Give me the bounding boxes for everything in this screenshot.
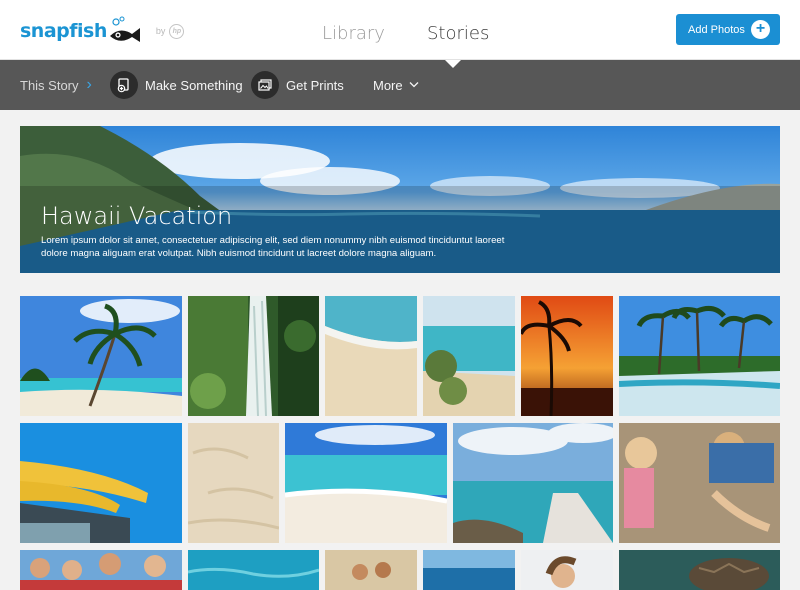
photo-thumbnail xyxy=(521,550,613,590)
photo-ocean-water[interactable] xyxy=(188,550,319,590)
photo-thumbnail xyxy=(521,296,613,416)
get-prints-button[interactable]: Get Prints xyxy=(251,60,344,110)
snapfish-logo[interactable]: snapfish by hp xyxy=(20,14,185,48)
photo-thumbnail xyxy=(619,296,780,416)
tab-library[interactable]: Library xyxy=(322,23,385,44)
photo-palm-coast[interactable] xyxy=(619,296,780,416)
add-photos-button[interactable]: Add Photos + xyxy=(676,14,780,45)
photo-thumbnail xyxy=(188,296,319,416)
photo-kids-sand[interactable] xyxy=(619,423,780,543)
top-header: snapfish by hp Library Stories Add Photo… xyxy=(0,0,800,60)
active-tab-indicator xyxy=(445,60,461,68)
photo-couple-beach[interactable] xyxy=(325,550,417,590)
photo-family-portrait[interactable] xyxy=(20,550,182,590)
this-story-label: This Story xyxy=(20,77,79,93)
photo-sunset-palm[interactable] xyxy=(521,296,613,416)
story-title: Hawaii Vacation xyxy=(41,202,233,230)
photo-thumbnail xyxy=(453,423,613,543)
photo-beach-shrubs[interactable] xyxy=(423,296,515,416)
by-hp-label: by hp xyxy=(155,23,185,39)
photo-thumbnail xyxy=(188,423,279,543)
chevron-right-icon: › xyxy=(86,76,92,93)
make-something-label: Make Something xyxy=(145,77,243,93)
photo-thumbnail xyxy=(20,550,182,590)
get-prints-label: Get Prints xyxy=(286,77,344,93)
hp-logo-icon: hp xyxy=(169,23,185,39)
this-story-breadcrumb[interactable]: This Story › xyxy=(20,60,92,110)
more-menu-button[interactable]: More xyxy=(373,60,419,110)
add-photos-label: Add Photos xyxy=(688,23,745,36)
plus-circle-icon: + xyxy=(751,20,770,39)
photo-thumbnail xyxy=(325,296,417,416)
story-cover-image[interactable]: Hawaii Vacation Lorem ipsum dolor sit am… xyxy=(20,126,780,273)
chevron-down-icon xyxy=(409,80,419,90)
photo-turquoise-waves[interactable] xyxy=(285,423,447,543)
photo-thumbnail xyxy=(20,296,182,416)
photo-woman-smiling[interactable] xyxy=(521,550,613,590)
photo-thumbnail xyxy=(423,296,515,416)
make-something-icon xyxy=(110,71,138,99)
photo-thumbnail xyxy=(20,423,182,543)
photo-sea-turtle[interactable] xyxy=(619,550,780,590)
make-something-button[interactable]: Make Something xyxy=(110,60,243,110)
photo-thumbnail xyxy=(325,550,417,590)
photo-waterfall[interactable] xyxy=(188,296,319,416)
by-text: by xyxy=(155,26,166,36)
photo-surfboards-car[interactable] xyxy=(20,423,182,543)
photo-open-ocean[interactable] xyxy=(423,550,515,590)
story-toolbar: This Story › Make Something Get Prints M… xyxy=(0,60,800,110)
prints-icon xyxy=(251,71,279,99)
fish-logo-icon xyxy=(109,16,140,42)
photo-thumbnail xyxy=(285,423,447,543)
story-description: Lorem ipsum dolor sit amet, consectetuer… xyxy=(41,235,505,259)
photo-sandy-shore[interactable] xyxy=(325,296,417,416)
photo-palm-beach[interactable] xyxy=(20,296,182,416)
photo-thumbnail xyxy=(188,550,319,590)
photo-wooden-dock[interactable] xyxy=(453,423,613,543)
photo-thumbnail xyxy=(423,550,515,590)
photo-sand-texture[interactable] xyxy=(188,423,279,543)
photo-thumbnail xyxy=(619,423,780,543)
more-label: More xyxy=(373,77,403,93)
photo-thumbnail xyxy=(619,550,780,590)
logo-wordmark: snapfish xyxy=(20,20,107,42)
tab-stories[interactable]: Stories xyxy=(427,23,489,44)
